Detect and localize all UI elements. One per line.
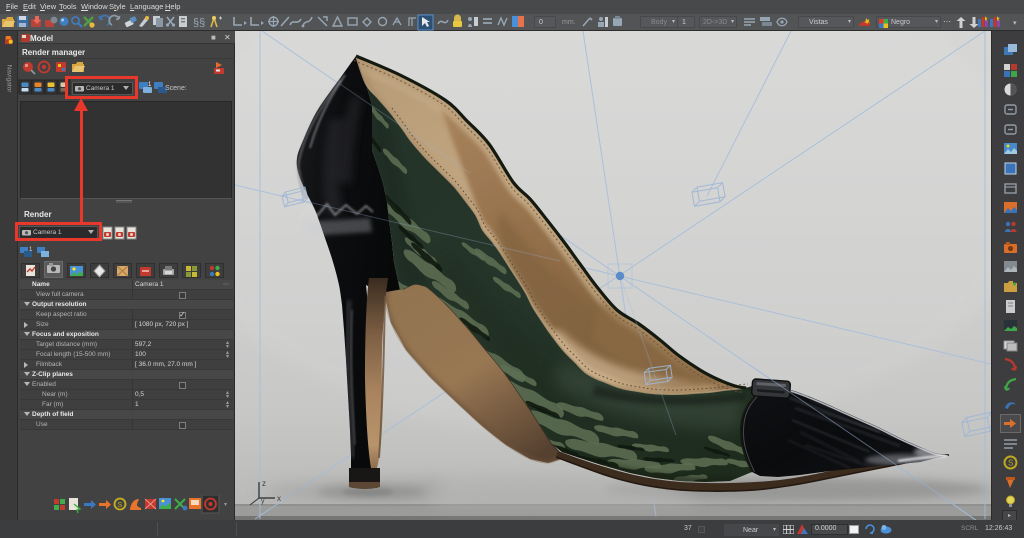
svg-text:1: 1 [29, 247, 33, 253]
svg-text:S: S [118, 502, 123, 509]
svg-text:z: z [262, 479, 266, 488]
svg-text:S: S [1008, 459, 1013, 468]
svg-text:▾: ▾ [1013, 20, 1017, 27]
svg-text:§§: §§ [193, 17, 205, 29]
svg-text:y: y [261, 498, 265, 505]
svg-text:x: x [277, 494, 281, 503]
